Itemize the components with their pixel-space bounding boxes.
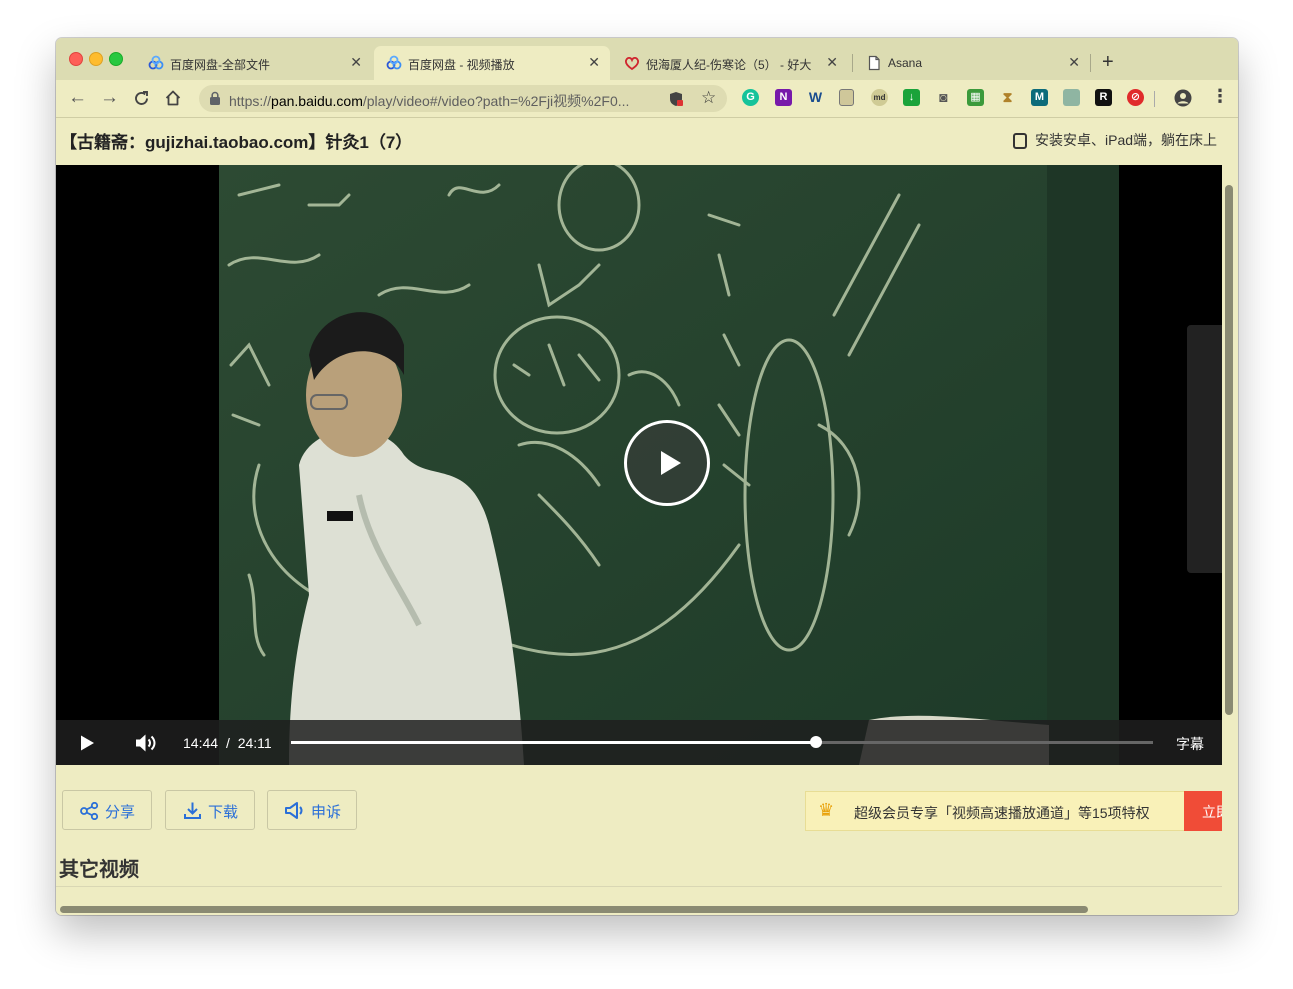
baidu-netdisk-icon xyxy=(386,55,402,70)
new-tab-button[interactable]: + xyxy=(1102,51,1114,74)
note-icon[interactable] xyxy=(839,89,854,106)
subtitle-button[interactable]: 字幕 xyxy=(1176,734,1204,754)
report-label: 申诉 xyxy=(311,804,342,821)
promo-text: 超级会员专享「视频高速播放通道」等15项特权 xyxy=(854,805,1150,821)
tab-separator xyxy=(1090,54,1091,72)
hourglass-icon[interactable]: ⧗ xyxy=(999,89,1016,106)
back-arrow-icon[interactable]: ← xyxy=(68,87,87,109)
volume-icon[interactable] xyxy=(134,732,158,754)
vertical-scrollbar[interactable] xyxy=(1222,165,1238,915)
download-icon[interactable]: ↓ xyxy=(903,89,920,106)
tab-strip: 百度网盘-全部文件 ✕ 百度网盘 - 视频播放 ✕ 倪海厦人纪-伤寒论（5） -… xyxy=(56,38,1238,80)
book-icon[interactable] xyxy=(1063,89,1080,106)
word-icon[interactable]: W xyxy=(807,89,824,106)
time-separator: / xyxy=(225,735,230,751)
tab-close-icon[interactable]: ✕ xyxy=(1068,54,1080,71)
forward-arrow-icon[interactable]: → xyxy=(100,87,119,109)
reload-icon[interactable] xyxy=(133,90,150,107)
share-button[interactable]: 分享 xyxy=(62,790,152,830)
lock-icon xyxy=(210,91,220,105)
progress-bar[interactable] xyxy=(291,736,1153,748)
download-label: 下载 xyxy=(208,804,239,821)
tab-asana[interactable]: Asana ✕ xyxy=(854,46,1090,80)
window-minimize-button[interactable] xyxy=(89,52,103,66)
video-controls: 14:44 / 24:11 字幕 xyxy=(56,720,1222,765)
tab-baidu-all-files[interactable]: 百度网盘-全部文件 ✕ xyxy=(136,46,372,80)
sheet-icon[interactable]: ▦ xyxy=(967,89,984,106)
vip-promo-banner[interactable]: ♛ 超级会员专享「视频高速播放通道」等15项特权 xyxy=(805,791,1185,831)
window-maximize-button[interactable] xyxy=(109,52,123,66)
url-text: https://pan.baidu.com/play/video#/video?… xyxy=(229,91,659,111)
heart-logo-icon xyxy=(624,56,640,71)
browser-toolbar: ← → https://pan.baidu.com/play/video#/vi… xyxy=(56,80,1238,118)
play-icon xyxy=(661,451,681,475)
download-button[interactable]: 下载 xyxy=(165,790,255,830)
big-play-button[interactable] xyxy=(624,420,710,506)
url-host: pan.baidu.com xyxy=(271,93,363,109)
tab-close-icon[interactable]: ✕ xyxy=(588,54,600,71)
star-bookmark-icon[interactable]: ☆ xyxy=(701,88,716,108)
crown-icon: ♛ xyxy=(818,800,835,820)
vip-open-label: 立即开通 xyxy=(1202,804,1222,820)
play-control-icon[interactable] xyxy=(78,734,96,752)
progress-fill xyxy=(291,741,817,744)
horizontal-scroll-thumb[interactable] xyxy=(60,906,1088,913)
md-icon[interactable]: md xyxy=(871,89,888,106)
tab-ni-haixia[interactable]: 倪海厦人纪-伤寒论（5） - 好大 ✕ xyxy=(612,46,848,80)
current-time: 14:44 xyxy=(183,735,219,751)
tab-close-icon[interactable]: ✕ xyxy=(350,54,362,71)
section-divider xyxy=(56,886,1222,887)
shield-blocked-icon[interactable] xyxy=(669,91,683,107)
url-scheme: https:// xyxy=(229,93,272,109)
block-icon[interactable]: ⊘ xyxy=(1127,89,1144,106)
toolbar-separator xyxy=(1154,91,1155,107)
report-button[interactable]: 申诉 xyxy=(267,790,357,830)
tab-title: 百度网盘 - 视频播放 xyxy=(408,58,515,72)
window-close-button[interactable] xyxy=(69,52,83,66)
home-icon[interactable] xyxy=(164,89,182,107)
vip-open-button[interactable]: 立即开通 xyxy=(1184,791,1222,831)
vertical-scroll-thumb[interactable] xyxy=(1225,185,1233,715)
time-display: 14:44 / 24:11 xyxy=(183,735,272,751)
tab-title: 百度网盘-全部文件 xyxy=(170,58,270,72)
page-content: 【古籍斋：gujizhai.taobao.com】针灸1（7） 安装安卓、iPa… xyxy=(56,118,1238,915)
browser-window: 百度网盘-全部文件 ✕ 百度网盘 - 视频播放 ✕ 倪海厦人纪-伤寒论（5） -… xyxy=(56,38,1238,915)
baidu-netdisk-icon xyxy=(148,55,164,70)
profile-avatar-icon[interactable] xyxy=(1174,89,1192,107)
side-panel-collapsed[interactable] xyxy=(1187,325,1222,573)
document-icon xyxy=(868,55,880,71)
install-text: 安装安卓、iPad端，躺在床上 xyxy=(1035,132,1218,148)
horizontal-scrollbar[interactable] xyxy=(56,904,1222,915)
grammarly-icon[interactable]: G xyxy=(742,89,759,106)
r-icon[interactable]: R xyxy=(1095,89,1112,106)
menu-kebab-icon[interactable]: ⋮ xyxy=(1211,86,1229,107)
download-arrow-icon xyxy=(184,802,201,819)
duration: 24:11 xyxy=(237,735,272,751)
tab-separator xyxy=(852,54,853,72)
tab-close-icon[interactable]: ✕ xyxy=(826,54,838,71)
megaphone-icon xyxy=(285,802,303,819)
m-icon[interactable]: M xyxy=(1031,89,1048,106)
video-title: 【古籍斋：gujizhai.taobao.com】针灸1（7） xyxy=(60,133,413,152)
tablet-icon xyxy=(1013,133,1027,149)
video-player[interactable]: 14:44 / 24:11 字幕 xyxy=(56,165,1222,765)
progress-knob[interactable] xyxy=(810,736,823,748)
tab-title: Asana xyxy=(888,56,923,70)
install-app-link[interactable]: 安装安卓、iPad端，躺在床上 xyxy=(1013,130,1223,150)
url-path: /play/video#/video?path=%2Fji视频%2F0... xyxy=(362,93,630,109)
tab-title: 倪海厦人纪-伤寒论（5） - 好大 xyxy=(646,58,812,72)
onenote-icon[interactable]: N xyxy=(775,89,792,106)
camera-icon[interactable]: ◙ xyxy=(935,89,952,106)
other-videos-heading: 其它视频 xyxy=(59,859,139,881)
share-label: 分享 xyxy=(105,804,136,821)
address-bar[interactable]: https://pan.baidu.com/play/video#/video?… xyxy=(199,85,727,112)
tab-baidu-video-play[interactable]: 百度网盘 - 视频播放 ✕ xyxy=(374,46,610,80)
share-icon xyxy=(80,802,99,820)
